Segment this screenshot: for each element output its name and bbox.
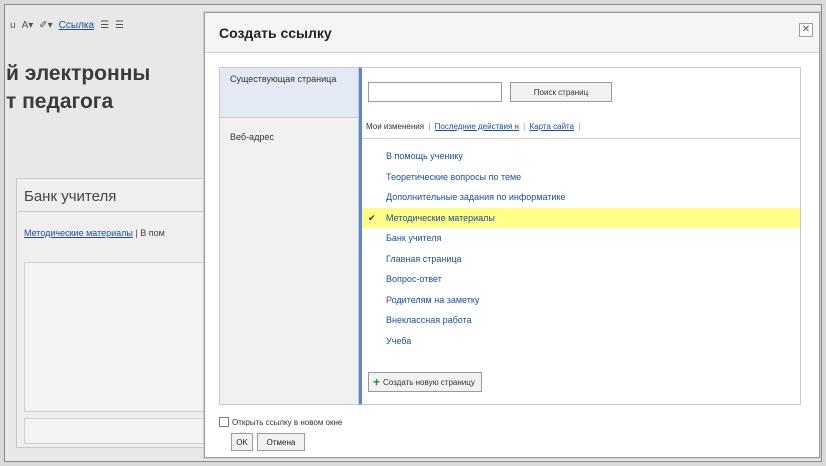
cancel-button[interactable]: Отмена: [257, 433, 305, 451]
font-size-button[interactable]: A▾: [22, 20, 34, 31]
new-window-label: Открыть ссылку в новом окне: [232, 417, 343, 427]
dialog-header: Создать ссылку ✕: [205, 13, 819, 53]
tab-web-address[interactable]: Веб-адрес: [220, 126, 358, 156]
page-source-tabs: Мои изменения | Последние действия н | К…: [366, 122, 581, 131]
text-color-button[interactable]: ✐▾: [39, 20, 52, 31]
dialog-title: Создать ссылку: [219, 25, 332, 41]
list-item[interactable]: Теоретические вопросы по теме: [362, 167, 800, 188]
page-list: В помощь ученику Теоретические вопросы п…: [362, 146, 800, 351]
bullet-list-icon[interactable]: ☰: [115, 20, 124, 31]
new-window-checkbox[interactable]: [219, 417, 229, 427]
content-box: [24, 262, 210, 412]
list-item[interactable]: Главная страница: [362, 249, 800, 270]
breadcrumb: Методические материалы | В пом: [24, 228, 165, 238]
tab-my-changes[interactable]: Мои изменения: [366, 122, 424, 131]
search-pages-button[interactable]: Поиск страниц: [510, 82, 612, 102]
list-item[interactable]: Вопрос-ответ: [362, 269, 800, 290]
list-item[interactable]: Внеклассная работа: [362, 310, 800, 331]
plus-icon: +: [373, 375, 381, 389]
list-item-selected[interactable]: ✔ Методические материалы: [362, 207, 800, 228]
create-new-page-button[interactable]: + Создать новую страницу: [368, 372, 482, 392]
sidebar-panel-title: Банк учителя: [24, 188, 117, 205]
list-item[interactable]: Банк учителя: [362, 228, 800, 249]
list-item[interactable]: В помощь ученику: [362, 146, 800, 167]
breadcrumb-rest: | В пом: [132, 228, 165, 238]
tabs-divider: [362, 138, 800, 139]
list-item[interactable]: Родителям на заметку: [362, 290, 800, 311]
tab-recent-activity[interactable]: Последние действия н: [435, 122, 519, 131]
search-input[interactable]: [368, 82, 502, 102]
link-type-tabs: Существующая страница Веб-адрес: [219, 67, 359, 405]
create-link-dialog: Создать ссылку ✕ Существующая страница В…: [204, 12, 820, 458]
content-bottom-box: [24, 418, 210, 444]
create-new-page-label: Создать новую страницу: [383, 377, 475, 387]
breadcrumb-link[interactable]: Методические материалы: [24, 228, 133, 238]
link-button[interactable]: Ссылка: [59, 20, 94, 31]
list-item[interactable]: Учеба: [362, 331, 800, 352]
page-picker: Поиск страниц Мои изменения | Последние …: [359, 67, 801, 405]
list-item[interactable]: Дополнительные задания по информатике: [362, 187, 800, 208]
editor-toolbar: u A▾ ✐▾ Ссылка ☰ ☰: [10, 14, 124, 36]
ok-button[interactable]: OK: [231, 433, 253, 451]
tab-existing-page[interactable]: Существующая страница: [220, 68, 358, 118]
close-icon[interactable]: ✕: [799, 23, 813, 37]
numbered-list-icon[interactable]: ☰: [100, 20, 109, 31]
checkmark-icon: ✔: [368, 212, 376, 223]
sidebar-divider: [18, 211, 214, 212]
open-in-new-window-option: Открыть ссылку в новом окне: [219, 417, 342, 427]
site-title: й электронны т педагога: [6, 62, 151, 113]
tab-sitemap[interactable]: Карта сайта: [529, 122, 574, 131]
underline-button[interactable]: u: [10, 20, 16, 31]
